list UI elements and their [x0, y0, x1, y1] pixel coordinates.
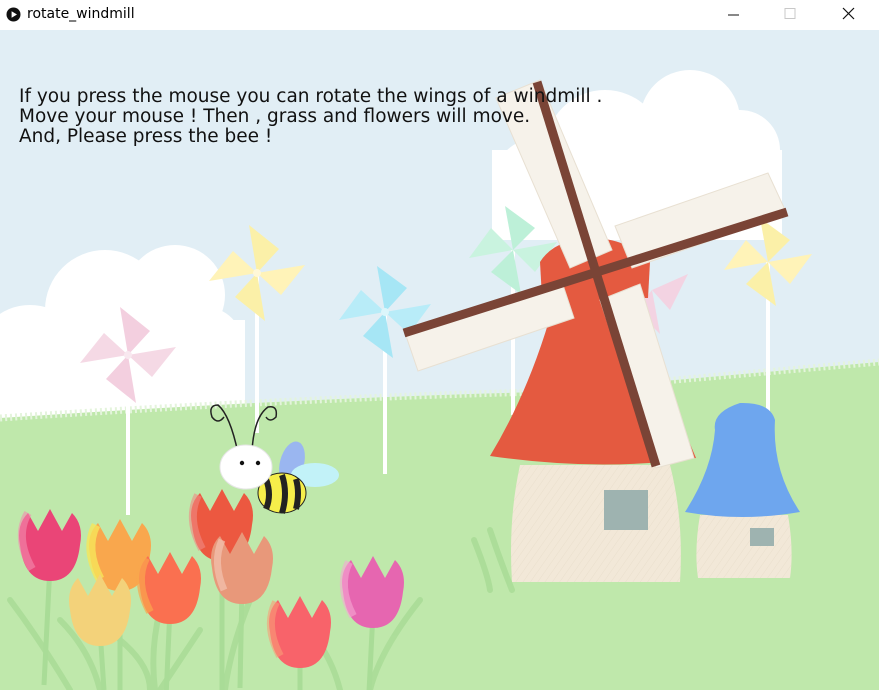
maximize-icon — [784, 8, 796, 19]
instruction-line-2: Move your mouse ! Then , grass and flowe… — [19, 106, 531, 127]
instructions-text: If you press the mouse you can rotate th… — [19, 87, 602, 147]
title-bar[interactable]: rotate_windmill — [0, 0, 879, 30]
minimize-button[interactable] — [710, 0, 756, 30]
windmill-window — [604, 490, 648, 530]
small-house-window — [750, 528, 774, 546]
close-icon — [842, 7, 855, 20]
minimize-icon — [728, 14, 739, 16]
close-button[interactable] — [826, 0, 872, 30]
instruction-line-3: And, Please press the bee ! — [19, 126, 273, 147]
sketch-canvas[interactable]: If you press the mouse you can rotate th… — [0, 30, 879, 690]
app-window: rotate_windmill If you press the mouse y… — [0, 0, 879, 690]
maximize-button[interactable] — [767, 0, 813, 30]
window-title: rotate_windmill — [27, 6, 135, 22]
instruction-line-1: If you press the mouse you can rotate th… — [19, 86, 603, 107]
play-circle-icon — [6, 7, 21, 22]
